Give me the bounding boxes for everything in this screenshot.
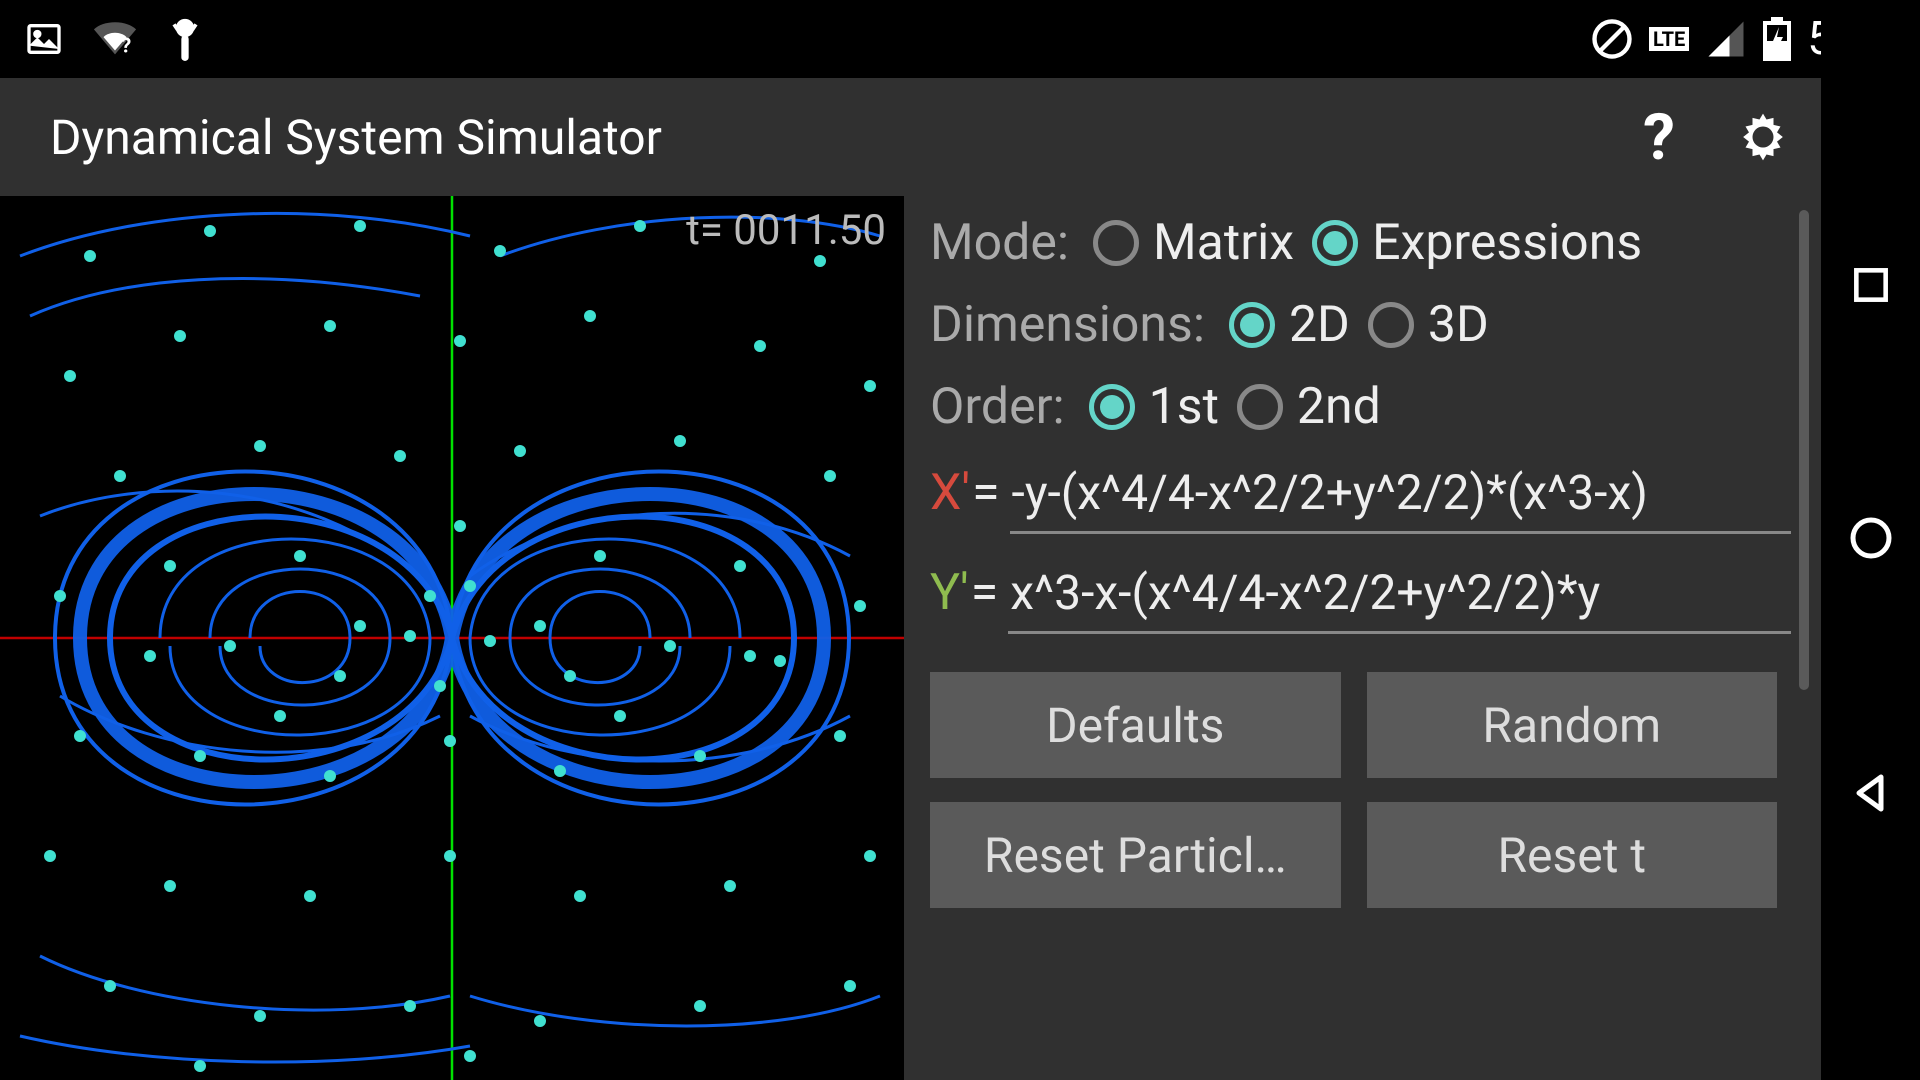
app-bar: Dynamical System Simulator ? [0,78,1821,196]
battery-charging-icon [1763,17,1791,61]
wifi-question-icon: ? [92,19,138,59]
navigation-bar [1821,0,1920,1080]
equals-sign: = [972,464,999,522]
order-label: Order: [930,378,1065,436]
signal-icon [1705,18,1747,60]
simulation-canvas[interactable]: t= 0011.50 [0,196,904,1080]
scrollbar[interactable] [1799,210,1809,690]
y-expression-input[interactable] [1008,560,1791,634]
reset-particles-button[interactable]: Reset Particl… [930,802,1341,908]
y-prime-label: Y' [930,564,969,622]
recent-apps-button[interactable] [1849,263,1893,307]
random-button[interactable]: Random [1367,672,1778,778]
defaults-button[interactable]: Defaults [930,672,1341,778]
mode-label: Mode: [930,214,1069,272]
radio-label-expressions: Expressions [1372,214,1642,272]
radio-label-3d: 3D [1428,296,1489,354]
radio-order-1st[interactable]: 1st [1089,378,1219,436]
radio-mode-expressions[interactable]: Expressions [1312,214,1642,272]
image-icon [24,19,64,59]
back-button[interactable] [1847,769,1895,817]
radio-label-2nd: 2nd [1297,378,1381,436]
equals-sign: = [971,564,998,622]
home-button[interactable] [1847,514,1895,562]
lte-badge: LTE [1649,27,1689,51]
radio-dim-3d[interactable]: 3D [1368,296,1489,354]
help-button[interactable]: ? [1643,100,1675,175]
reset-t-button[interactable]: Reset t [1367,802,1778,908]
dimensions-label: Dimensions: [930,296,1205,354]
radio-label-matrix: Matrix [1153,214,1294,272]
x-expression-input[interactable] [1010,460,1791,534]
radio-label-1st: 1st [1149,378,1219,436]
phase-portrait [0,196,904,1080]
radio-order-2nd[interactable]: 2nd [1237,378,1381,436]
x-prime-label: X' [930,464,970,522]
time-display: t= 0011.50 [686,206,886,255]
radio-dim-2d[interactable]: 2D [1229,296,1350,354]
no-sim-icon [1591,18,1633,60]
status-bar: ? LTE 5:19 [0,0,1920,78]
svg-text:?: ? [121,33,132,58]
radio-mode-matrix[interactable]: Matrix [1093,214,1294,272]
debug-icon [166,17,204,61]
radio-label-2d: 2D [1289,296,1350,354]
controls-panel: Mode: Matrix Expressions Dimensions: 2D [904,196,1821,1080]
settings-button[interactable] [1735,109,1791,165]
app-title: Dynamical System Simulator [50,109,662,166]
